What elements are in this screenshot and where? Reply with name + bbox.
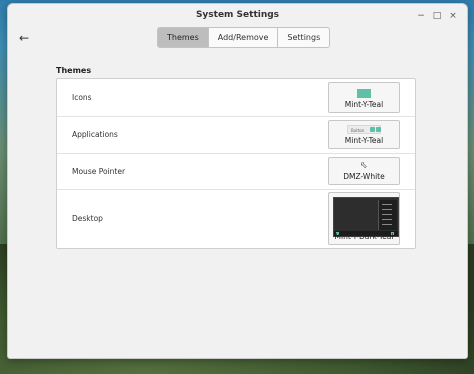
list-item-mouse-pointer: Mouse Pointer ⬁ DMZ-White <box>57 153 415 190</box>
desktop-theme-value: Mint-Y-Dark-Teal <box>334 232 394 241</box>
applications-theme-value: Mint-Y-Teal <box>344 136 384 145</box>
section-title: Themes <box>56 66 92 75</box>
arrow-left-icon: ← <box>18 31 30 45</box>
app-preview-checkbox <box>370 127 375 132</box>
mouse-pointer-theme-value: DMZ-White <box>343 172 385 181</box>
tab-themes[interactable]: Themes <box>158 28 209 47</box>
icons-theme-value: Mint-Y-Teal <box>344 100 384 109</box>
mouse-pointer-theme-button[interactable]: ⬁ DMZ-White <box>328 157 400 185</box>
system-settings-window: System Settings − □ × ← Themes Add/Remov… <box>7 3 468 359</box>
list-item-desktop: Desktop Mint-Y-Dark-Teal <box>57 189 415 248</box>
tab-add-remove[interactable]: Add/Remove <box>209 28 279 47</box>
tab-settings[interactable]: Settings <box>278 28 329 47</box>
close-button[interactable]: × <box>447 10 459 22</box>
maximize-button[interactable]: □ <box>431 10 443 22</box>
cursor-icon: ⬁ <box>360 161 368 171</box>
row-label: Desktop <box>72 214 103 223</box>
desktop-theme-preview <box>333 197 399 237</box>
themes-list: Icons Mint-Y-Teal Applications Button Mi… <box>56 78 416 249</box>
window-title: System Settings <box>195 10 280 20</box>
minimize-button[interactable]: − <box>415 10 427 22</box>
tab-bar: Themes Add/Remove Settings <box>157 27 331 48</box>
list-item-applications: Applications Button Mint-Y-Teal <box>57 116 415 154</box>
row-label: Mouse Pointer <box>72 167 126 176</box>
applications-theme-button[interactable]: Button Mint-Y-Teal <box>328 120 400 149</box>
desktop-preview-menu <box>378 200 397 230</box>
app-preview-radio <box>376 127 381 132</box>
back-button[interactable]: ← <box>16 30 32 46</box>
row-label: Icons <box>72 93 92 102</box>
title-bar[interactable]: System Settings − □ × ← Themes Add/Remov… <box>8 4 467 56</box>
row-label: Applications <box>72 130 118 139</box>
desktop-theme-button[interactable]: Mint-Y-Dark-Teal <box>328 192 400 245</box>
icons-theme-button[interactable]: Mint-Y-Teal <box>328 82 400 113</box>
themes-page: Themes Icons Mint-Y-Teal Applications Bu… <box>8 56 467 358</box>
list-item-icons: Icons Mint-Y-Teal <box>57 79 415 117</box>
icon-theme-preview <box>357 89 371 98</box>
